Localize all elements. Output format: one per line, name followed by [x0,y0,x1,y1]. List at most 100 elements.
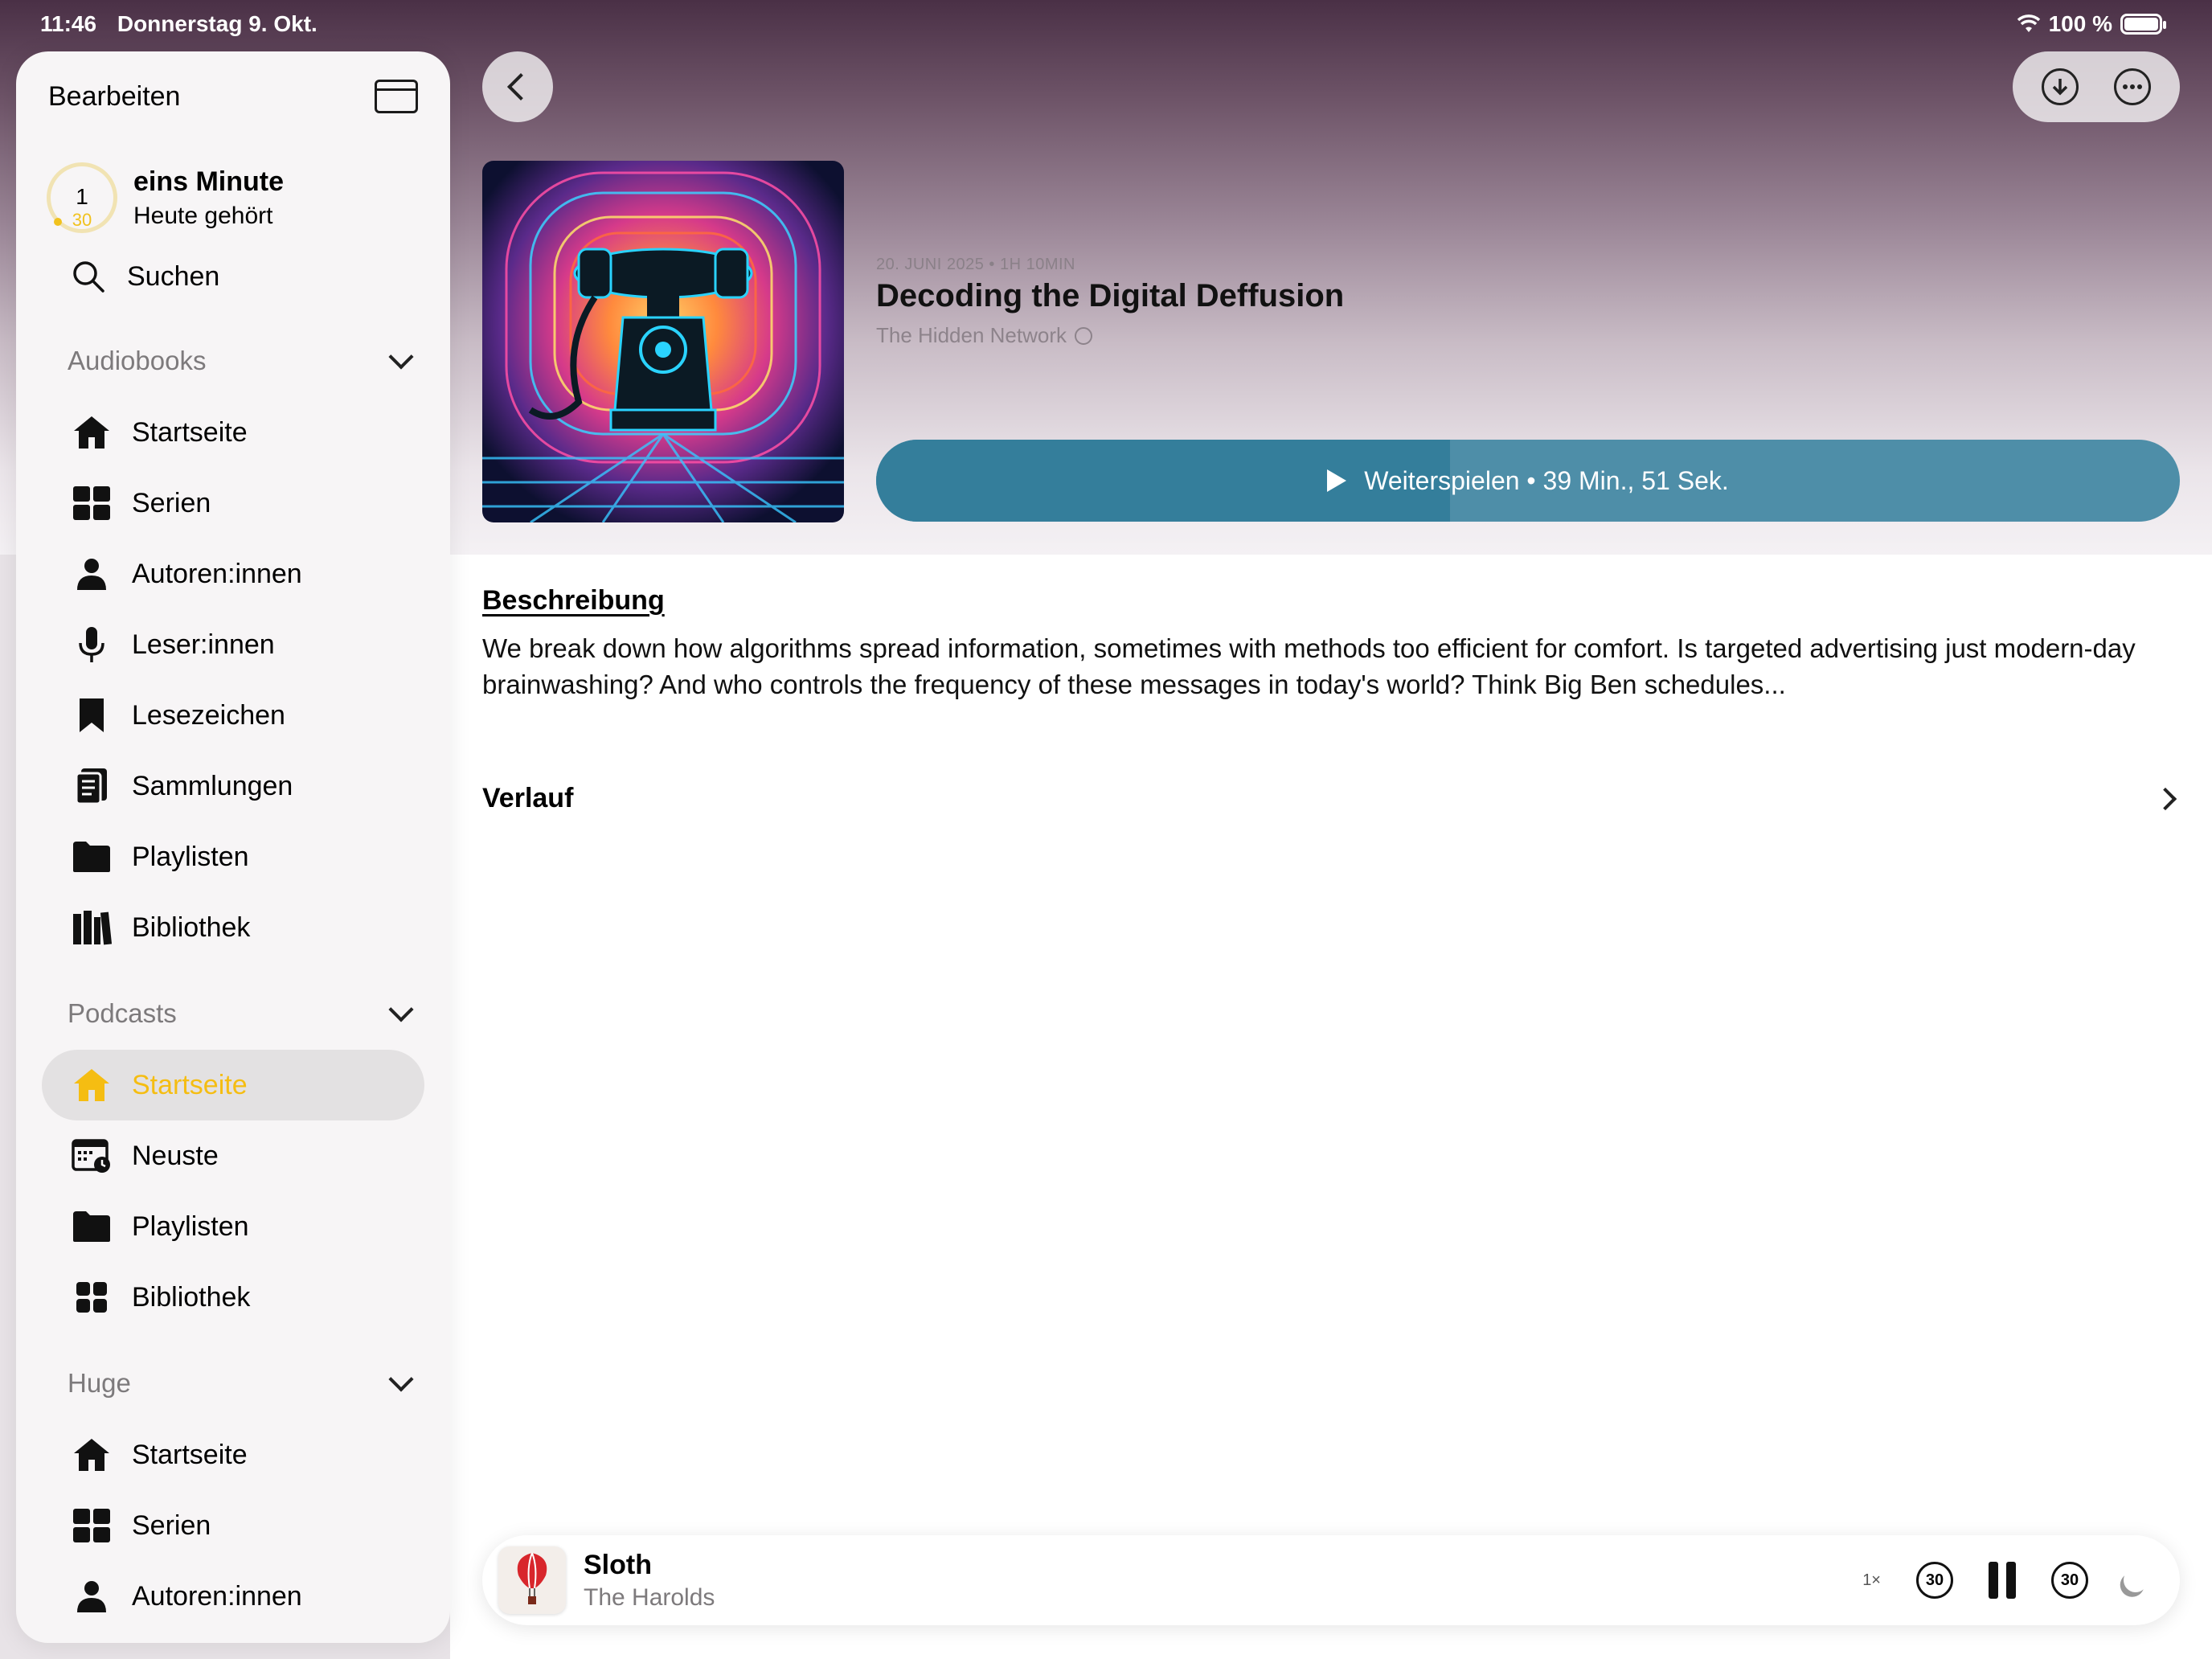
section-title: Huge [68,1368,131,1398]
podcasts-bibliothek[interactable]: Bibliothek [42,1262,424,1333]
calendar-clock-icon [71,1135,113,1177]
house-icon [71,1434,113,1476]
nav-label: Startseite [132,1069,248,1100]
pause-icon[interactable] [1989,1562,2016,1599]
battery-percent: 100 % [2048,11,2112,36]
continue-label: Weiterspielen • 39 Min., 51 Sek. [1364,465,1729,495]
grid-icon [71,1505,113,1546]
nav-label: Startseite [132,1439,248,1470]
section-title: Audiobooks [68,346,207,375]
wifi-icon [2017,14,2040,32]
status-time: 11:46 [40,11,97,36]
section-huge[interactable]: Huge [68,1366,421,1399]
episode-meta: 20. JUNI 2025 • 1H 10MIN [876,256,1075,273]
sidebar-search[interactable]: Suchen [71,259,219,294]
audiobooks-startseite[interactable]: Startseite [42,397,424,468]
microphone-icon [71,624,113,666]
nav-label: Neuste [132,1140,219,1171]
audiobooks-bibliothek[interactable]: Bibliothek [42,892,424,963]
goal-subtitle: Heute gehört [133,202,273,229]
folder-icon [71,836,113,878]
huge-autoren[interactable]: Autoren:innen [42,1561,424,1632]
section-audiobooks[interactable]: Audiobooks [68,344,421,376]
battery-icon [2120,14,2166,35]
section-title: Podcasts [68,998,177,1028]
chevron-down-icon [388,997,414,1022]
skip-back-seconds: 30 [1925,1571,1944,1589]
episode-artwork [482,161,844,522]
nav-label: Leser:innen [132,629,275,660]
nav-label: Serien [132,1509,211,1541]
chevron-right-icon [2153,787,2177,810]
now-playing-artist: The Harolds [584,1583,715,1611]
listening-goal[interactable]: 1 30 eins Minute Heute gehört [47,162,284,233]
section-podcasts[interactable]: Podcasts [68,997,421,1029]
sidebar: Bearbeiten 1 30 eins Minute Heute gehört… [16,51,450,1643]
skip-forward-icon[interactable]: 30 [2051,1562,2088,1599]
sidebar-header: Bearbeiten [48,71,418,122]
more-icon[interactable] [2114,68,2151,105]
person-icon [71,553,113,595]
nav-label: Serien [132,487,211,518]
house-icon [71,1064,113,1106]
skip-forward-seconds: 30 [2060,1571,2079,1589]
grid-icon [71,482,113,524]
sidebar-toggle-icon[interactable] [375,80,418,113]
episode-title: Decoding the Digital Deffusion [876,278,1345,313]
audiobooks-playlisten[interactable]: Playlisten [42,821,424,892]
back-button[interactable] [482,51,553,122]
audiobooks-serien[interactable]: Serien [42,468,424,539]
now-playing-title: Sloth [584,1549,652,1580]
nav-label: Autoren:innen [132,1580,302,1612]
huge-startseite[interactable]: Startseite [42,1419,424,1490]
audiobooks-sammlungen[interactable]: Sammlungen [42,751,424,821]
goal-title: eins Minute [133,166,285,197]
status-date: Donnerstag 9. Okt. [117,11,317,36]
edit-button[interactable]: Bearbeiten [48,81,180,113]
audiobooks-leser[interactable]: Leser:innen [42,609,424,680]
goal-ring-icon: 1 30 [47,162,117,233]
download-icon[interactable] [2042,68,2079,105]
playback-speed-button[interactable]: 1× [1862,1571,1881,1590]
nav-label: Bibliothek [132,1281,251,1313]
nav-label: Playlisten [132,1210,249,1242]
player-controls: 1× 30 30 [1862,1535,2148,1625]
podcasts-playlisten[interactable]: Playlisten [42,1191,424,1262]
history-row[interactable]: Verlauf [482,783,2186,814]
chevron-down-icon [388,344,414,370]
sleep-timer-icon[interactable] [2120,1565,2151,1596]
chevron-circle-icon [1075,326,1092,345]
audiobooks-autoren[interactable]: Autoren:innen [42,539,424,609]
skip-back-icon[interactable]: 30 [1916,1562,1953,1599]
nav-label: Bibliothek [132,911,251,943]
books-icon [71,907,113,948]
podcasts-neuste[interactable]: Neuste [42,1120,424,1191]
search-icon [73,261,104,293]
person-icon [71,1575,113,1617]
huge-serien[interactable]: Serien [42,1490,424,1561]
status-bar-left: 11:46 Donnerstag 9. Okt. [40,11,332,37]
history-label: Verlauf [482,783,574,813]
nav-label: Autoren:innen [132,558,302,589]
nav-label: Sammlungen [132,770,293,801]
podcasts-startseite[interactable]: Startseite [42,1050,424,1120]
mini-player[interactable]: Sloth The Harolds 1× 30 30 [482,1535,2180,1625]
chevron-left-icon [507,73,535,100]
nav-label: Playlisten [132,841,249,872]
description-text: We break down how algorithms spread info… [482,633,2136,699]
audiobooks-lesezeichen[interactable]: Lesezeichen [42,680,424,751]
document-stack-icon [71,765,113,807]
nav-label: Lesezeichen [132,699,285,731]
show-name: The Hidden Network [876,323,1067,347]
search-label: Suchen [127,260,220,292]
bookmark-icon [71,694,113,736]
episode-show-link[interactable]: The Hidden Network [876,323,1092,348]
grid-icon [71,1276,113,1318]
play-icon [1327,469,1347,492]
folder-icon [71,1206,113,1247]
chevron-down-icon [388,1366,414,1392]
top-actions [2013,51,2180,122]
house-icon [71,412,113,453]
continue-playing-button[interactable]: Weiterspielen • 39 Min., 51 Sek. [876,440,2180,522]
description-header[interactable]: Beschreibung [482,585,665,616]
